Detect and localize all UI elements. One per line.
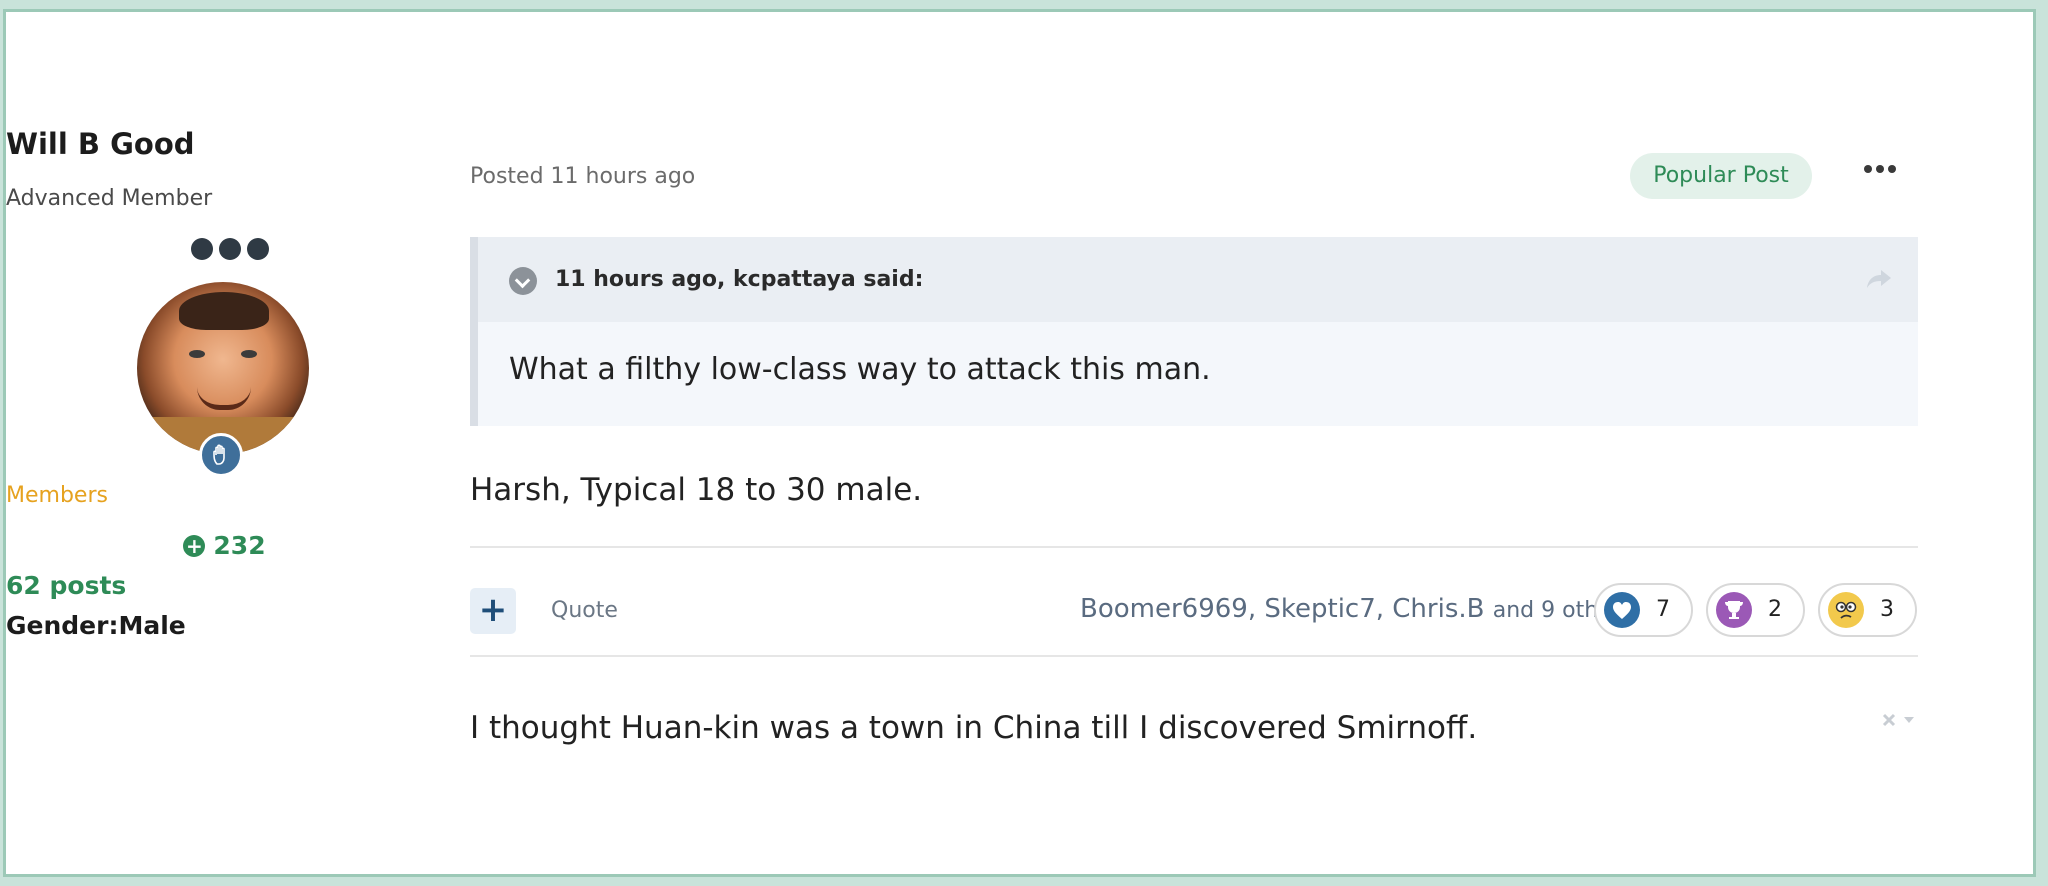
quote-header: 11 hours ago, kcpattaya said: [478,237,1918,322]
reaction-trophy-button[interactable]: 2 [1706,583,1805,637]
avatar[interactable] [137,282,309,454]
share-arrow-icon[interactable] [1865,267,1893,291]
dot-icon [1888,165,1896,173]
member-group: Members [6,483,108,508]
reaction-like-button[interactable]: 7 [1594,583,1693,637]
dot-icon [1876,165,1884,173]
reputation-count: 232 [213,531,266,560]
post-timestamp[interactable]: Posted 11 hours ago [470,164,695,189]
heart-icon [1604,592,1640,628]
rank-pips [191,238,269,260]
rank-pip-icon [219,238,241,260]
more-options-icon[interactable] [1864,165,1896,173]
reaction-count: 3 [1880,597,1894,622]
dot-icon [1864,165,1872,173]
post-body: Harsh, Typical 18 to 30 male. [470,472,923,508]
quote-citation[interactable]: 11 hours ago, kcpattaya said: [555,267,923,292]
post-container: Will B Good Advanced Member Members + 23… [3,9,2036,877]
avatar-eye [241,350,257,358]
trophy-icon [1716,592,1752,628]
reaction-count: 2 [1768,597,1782,622]
reaction-summary[interactable]: Boomer6969, Skeptic7, Chris.B and 9 othe… [1080,594,1632,624]
avatar-smile [197,387,251,410]
divider [470,546,1918,548]
multiquote-button[interactable]: + [470,588,516,634]
signature-options[interactable] [1881,712,1915,728]
divider [470,655,1918,657]
caret-down-icon[interactable] [1903,715,1915,725]
avatar-hair [179,292,269,330]
rank-pip-icon [191,238,213,260]
author-title: Advanced Member [6,186,213,211]
post-count[interactable]: 62 posts [6,571,443,600]
reactor-names[interactable]: Boomer6969, Skeptic7, Chris.B [1080,594,1484,624]
rank-pip-icon [247,238,269,260]
reaction-count: 7 [1656,597,1670,622]
author-name[interactable]: Will B Good [6,127,443,161]
signature-text: I thought Huan-kin was a town in China t… [470,710,1478,746]
quote-button[interactable]: Quote [551,598,618,623]
reputation: + 232 [6,531,443,560]
confused-face-icon [1828,592,1864,628]
popular-post-badge: Popular Post [1630,153,1812,199]
hand-badge-icon [199,433,243,477]
chevron-down-icon[interactable] [509,267,537,295]
gender-field: Gender:Male [6,611,186,640]
reaction-confused-button[interactable]: 3 [1818,583,1917,637]
quote-text: What a filthy low-class way to attack th… [509,352,1211,387]
plus-circle-icon: + [183,534,206,557]
avatar-eye [189,350,205,358]
quote-block: 11 hours ago, kcpattaya said: What a fil… [470,237,1918,426]
close-icon[interactable] [1881,712,1897,728]
